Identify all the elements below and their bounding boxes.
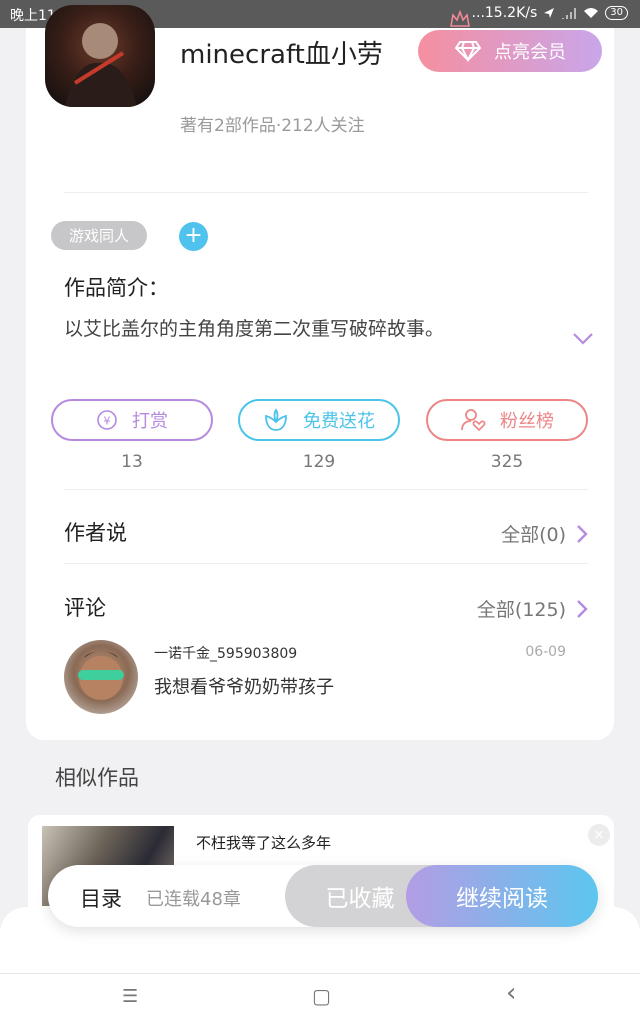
saved-label: 已收藏 — [325, 886, 395, 912]
author-name[interactable]: minecraft血小劳 — [180, 34, 383, 71]
divider — [64, 489, 588, 490]
add-tag-button[interactable]: + — [179, 222, 208, 251]
toc-button[interactable]: 目录 — [80, 883, 122, 913]
comment-text: 我想看爷爷奶奶带孩子 — [154, 677, 334, 698]
tag-game-fanfic[interactable]: 游戏同人 — [51, 221, 147, 250]
author-says-all-link[interactable]: 全部(0) — [501, 520, 588, 547]
vip-button-label: 点亮会员 — [494, 42, 566, 63]
comments-title: 评论 — [64, 596, 106, 620]
author-avatar[interactable] — [45, 5, 155, 107]
reward-label: 打赏 — [132, 411, 168, 432]
flower-count: 129 — [302, 452, 336, 472]
continue-reading-button[interactable]: 继续阅读 — [406, 865, 598, 927]
author-stats: 著有2部作品·212人关注 — [180, 116, 365, 136]
flower-icon — [265, 408, 287, 431]
system-nav-bar: ☰ ▢ ‹ — [0, 973, 640, 1025]
divider — [64, 563, 588, 564]
send-flower-label: 免费送花 — [303, 411, 375, 432]
comment-date: 06-09 — [525, 644, 566, 660]
crown-icon — [450, 10, 470, 27]
send-flower-button[interactable]: 免费送花 — [238, 399, 400, 441]
fan-count: 325 — [490, 452, 524, 472]
intro-title: 作品简介： — [64, 276, 169, 300]
signal-icon — [562, 8, 577, 19]
menu-icon[interactable]: ☰ — [122, 986, 138, 1007]
comment-username[interactable]: 一诺千金_595903809 — [154, 643, 297, 663]
intro-text: 以艾比盖尔的主角角度第二次重写破碎故事。 — [64, 318, 445, 340]
reward-button[interactable]: ¥ 打赏 — [51, 399, 213, 441]
vip-button[interactable]: 点亮会员 — [418, 30, 602, 72]
chevron-right-icon — [577, 599, 588, 618]
comments-all-link[interactable]: 全部(125) — [477, 595, 588, 622]
battery-icon: 30 — [605, 6, 628, 20]
person-heart-icon — [461, 409, 486, 432]
comments-link-label: 全部(125) — [476, 599, 566, 621]
home-icon[interactable]: ▢ — [312, 984, 331, 1008]
commenter-avatar[interactable] — [64, 640, 138, 714]
divider — [64, 192, 588, 193]
svg-text:¥: ¥ — [104, 415, 111, 428]
close-icon[interactable]: × — [588, 824, 610, 846]
avatar-illustration — [65, 23, 137, 107]
location-icon — [544, 8, 555, 18]
status-icons: ...15.2K/s 30 — [472, 5, 628, 21]
author-says-link-label: 全部(0) — [501, 524, 566, 546]
continue-reading-label: 继续阅读 — [456, 886, 548, 912]
similar-work-title[interactable]: 不枉我等了这么多年 — [196, 832, 331, 853]
serial-status: 已连载48章 — [146, 889, 241, 910]
commenter-photo — [78, 651, 124, 700]
back-icon[interactable]: ‹ — [506, 978, 516, 1008]
plus-icon: + — [184, 223, 203, 248]
reward-count: 13 — [121, 452, 143, 472]
wifi-icon — [584, 8, 599, 18]
author-says-title: 作者说 — [64, 521, 127, 545]
chevron-right-icon — [577, 524, 588, 543]
coin-icon: ¥ — [97, 410, 117, 430]
fan-ranking-label: 粉丝榜 — [500, 411, 554, 432]
chevron-down-icon[interactable] — [572, 332, 594, 346]
network-speed: ...15.2K/s — [471, 5, 538, 21]
fan-ranking-button[interactable]: 粉丝榜 — [426, 399, 588, 441]
similar-works-title: 相似作品 — [55, 766, 139, 790]
tag-label: 游戏同人 — [68, 227, 129, 245]
diamond-icon — [454, 41, 482, 62]
